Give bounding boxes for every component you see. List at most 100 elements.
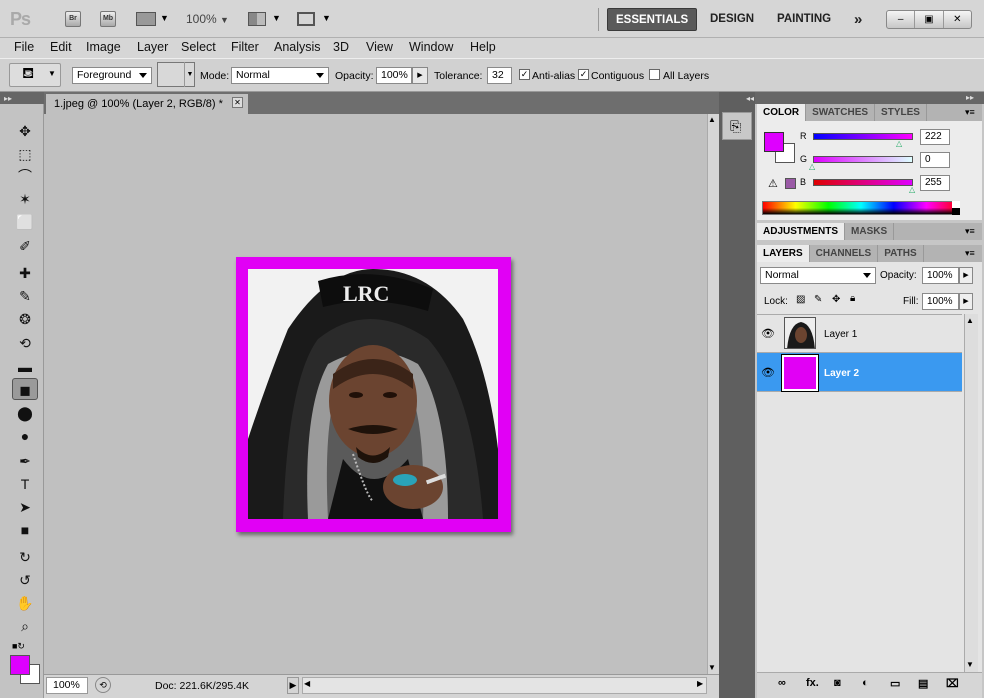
layers-scroll-down-icon[interactable]: ▼ [966,660,974,669]
restore-icon[interactable]: ▣ [915,11,944,28]
workspace-essentials[interactable]: ESSENTIALS [607,8,698,31]
menu-file[interactable]: File [14,40,34,54]
screen-mode-dropdown-icon[interactable]: ▼ [322,13,331,23]
shape-tool[interactable]: ■ [12,519,38,541]
menu-filter[interactable]: Filter [231,40,259,54]
status-menu-icon[interactable]: ▶ [287,677,299,694]
document-tab[interactable]: 1.jpeg @ 100% (Layer 2, RGB/8) * [46,94,248,114]
fx-icon[interactable]: fx. [806,677,819,689]
3d-orbit-tool[interactable]: ↺ [12,569,38,591]
layers-scrollbar[interactable] [964,314,978,672]
layer-2-name[interactable]: Layer 2 [824,368,859,379]
layer-1-name[interactable]: Layer 1 [824,329,857,340]
all-layers-checkbox[interactable] [649,69,660,80]
3d-rotate-tool[interactable]: ↻ [12,546,38,568]
color-spectrum-ramp[interactable] [762,201,960,215]
dodge-tool[interactable]: ● [12,425,38,447]
out-of-gamut-warning-icon[interactable]: ⚠ [768,177,778,190]
arrange-dropdown-icon[interactable]: ▼ [272,13,281,23]
layers-menu-icon[interactable]: ▾≡ [965,248,975,259]
view-extras-icon[interactable] [136,12,156,26]
ramp-white-swatch[interactable] [952,201,960,208]
move-tool[interactable]: ✥ [12,120,38,142]
layer-blend-mode-select[interactable]: Normal [760,267,876,284]
mini-bridge-button[interactable]: Mb [100,11,116,27]
scroll-right-icon[interactable]: ▶ [697,679,703,688]
expand-panels-icon[interactable]: ◂◂ [746,94,754,103]
scroll-up-icon[interactable]: ▲ [708,115,716,124]
contiguous-checkbox[interactable]: ✓ [578,69,589,80]
green-value-input[interactable]: 0 [920,152,950,168]
lasso-tool[interactable]: ⌒ [12,165,38,187]
scroll-left-icon[interactable]: ◀ [304,679,310,688]
fill-slider-icon[interactable]: ▶ [959,293,973,310]
menu-analysis[interactable]: Analysis [274,40,321,54]
green-slider-handle-icon[interactable]: △ [809,162,815,171]
default-colors-icon[interactable]: ■↻ [12,641,25,652]
menu-layer[interactable]: Layer [137,40,168,54]
tab-swatches[interactable]: SWATCHES [806,104,876,121]
blur-tool[interactable]: ⬤ [12,402,38,424]
lock-all-icon[interactable]: 🔒︎ [850,293,855,304]
tab-masks[interactable]: MASKS [845,223,895,240]
eyedropper-tool[interactable]: ✐ [12,235,38,257]
view-extras-dropdown-icon[interactable]: ▼ [160,13,169,23]
collapse-toolbox-icon[interactable]: ▸▸ [4,94,12,103]
menu-select[interactable]: Select [181,40,216,54]
layers-scroll-up-icon[interactable]: ▲ [966,316,974,325]
healing-brush-tool[interactable]: ✚ [12,262,38,284]
trash-icon[interactable]: ⌧ [946,677,959,690]
color-panel-foreground-swatch[interactable] [764,132,784,152]
zoom-level-field[interactable]: 100% [46,677,88,694]
gamut-color-swatch[interactable] [785,178,796,189]
screen-mode-icon[interactable] [297,12,315,26]
tab-layers[interactable]: LAYERS [757,245,810,262]
menu-image[interactable]: Image [86,40,121,54]
new-layer-icon[interactable]: ▤ [918,677,928,690]
close-tab-icon[interactable]: ✕ [232,97,243,108]
menu-3d[interactable]: 3D [333,40,349,54]
lock-transparency-icon[interactable]: ▨ [796,294,805,305]
adjustment-icon[interactable]: ◐ [862,677,869,689]
layer-2-visibility-eye-icon[interactable]: 👁︎ [761,366,775,379]
folder-icon[interactable]: ▭ [890,677,900,690]
adjustments-menu-icon[interactable]: ▾≡ [965,226,975,237]
tab-styles[interactable]: STYLES [875,104,927,121]
pen-tool[interactable]: ✒ [12,450,38,472]
lock-pixels-icon[interactable]: ✎ [814,294,822,305]
layer-2-thumbnail[interactable] [781,354,819,392]
lock-position-icon[interactable]: ✥ [832,294,840,305]
menu-view[interactable]: View [366,40,393,54]
brush-tool[interactable]: ✎ [12,285,38,307]
tolerance-input[interactable]: 32 [487,67,512,84]
horizontal-scrollbar[interactable] [302,677,707,694]
tab-paths[interactable]: PATHS [878,245,924,262]
fill-source-select[interactable]: Foreground [72,67,152,84]
menu-window[interactable]: Window [409,40,453,54]
ramp-black-swatch[interactable] [952,208,960,215]
crop-tool[interactable]: ⬜ [12,211,38,233]
close-icon[interactable]: ✕ [944,11,971,28]
tab-channels[interactable]: CHANNELS [810,245,879,262]
portrait-photo[interactable]: LRC [248,269,498,519]
red-value-input[interactable]: 222 [920,129,950,145]
antialias-checkbox[interactable]: ✓ [519,69,530,80]
clone-stamp-tool[interactable]: ❂ [12,308,38,330]
link-icon[interactable]: ∞ [778,677,786,689]
panel-dock-collapse-icon[interactable]: ▸▸ [966,93,974,102]
opacity-input[interactable]: 100% [376,67,412,84]
scroll-down-icon[interactable]: ▼ [708,663,716,672]
minimize-icon[interactable]: – [887,11,916,28]
tab-color[interactable]: COLOR [757,104,807,121]
layer-opacity-slider-icon[interactable]: ▶ [959,267,973,284]
fill-input[interactable]: 100% [922,293,959,310]
eraser-tool[interactable]: ▬ [12,356,38,378]
more-workspaces-icon[interactable]: » [846,8,870,31]
bridge-button[interactable]: Br [65,11,81,27]
blue-slider-handle-icon[interactable]: △ [909,185,915,194]
history-brush-tool[interactable]: ⟲ [12,332,38,354]
workspace-painting[interactable]: PAINTING [769,8,839,31]
mask-icon[interactable]: ◙ [834,677,841,689]
color-panel-menu-icon[interactable]: ▾≡ [965,107,975,118]
mode-select[interactable]: Normal [231,67,329,84]
